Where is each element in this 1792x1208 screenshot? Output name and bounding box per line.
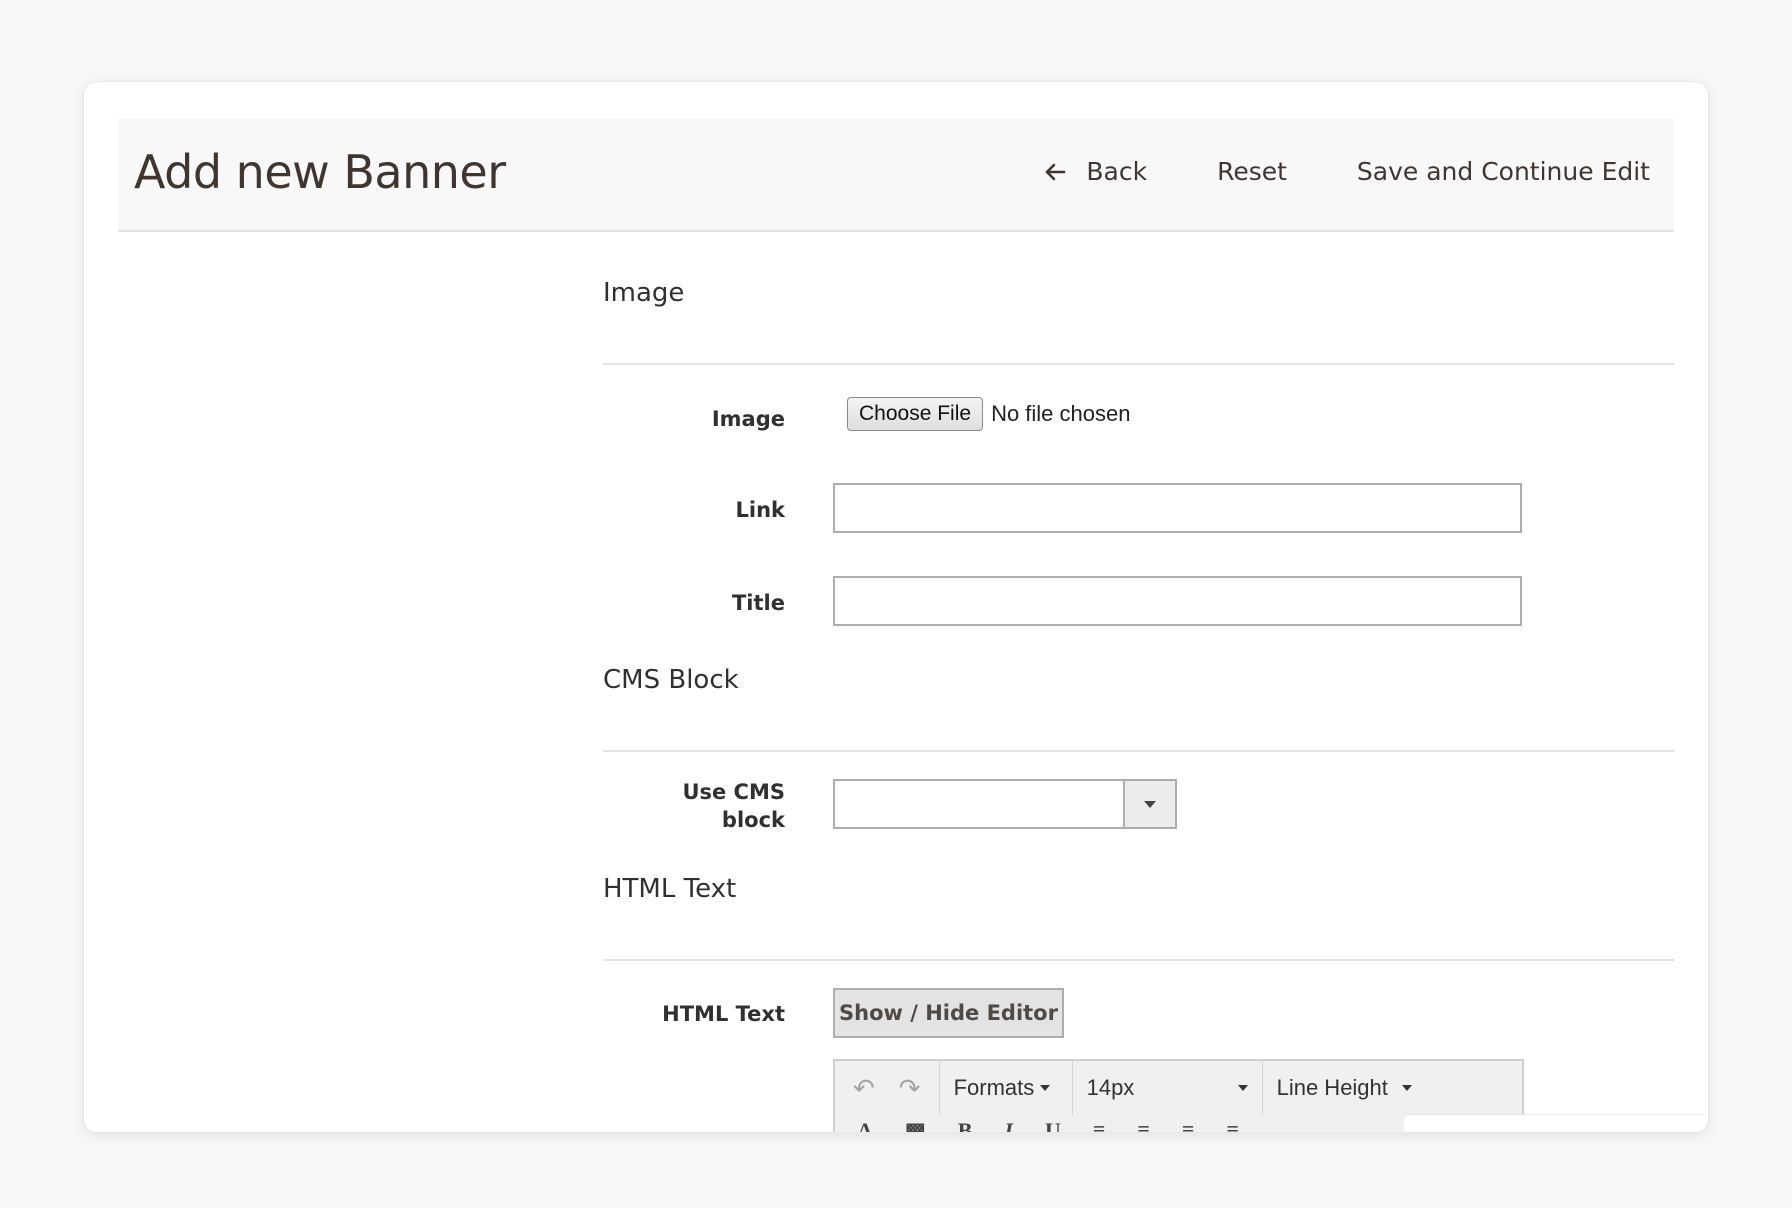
toolbar-row: ↶ ↷ Formats 14px Line Height (835, 1061, 1522, 1115)
section-title-cms-block: CMS Block (603, 665, 739, 695)
background-color-icon[interactable]: ▩ (905, 1118, 926, 1132)
image-file-input: Choose File No file chosen (847, 397, 1130, 431)
title-label: Title (731, 591, 785, 615)
header-actions: Back Reset Save and Continue Edit (1042, 157, 1650, 186)
font-size-value: 14px (1086, 1075, 1135, 1100)
save-continue-button[interactable]: Save and Continue Edit (1357, 157, 1650, 186)
bold-icon[interactable]: B (958, 1118, 973, 1132)
line-height-dropdown[interactable]: Line Height (1263, 1061, 1426, 1115)
link-input[interactable] (833, 483, 1522, 533)
section-divider (603, 363, 1674, 365)
section-divider (603, 750, 1674, 752)
use-cms-block-label: Use CMS block (682, 778, 785, 834)
redo-icon[interactable]: ↷ (899, 1075, 921, 1101)
section-divider (603, 959, 1674, 961)
align-center-icon[interactable]: ≡ (1137, 1118, 1150, 1132)
select-toggle[interactable] (1123, 781, 1175, 827)
overlay-panel (1404, 1114, 1704, 1132)
formats-label: Formats (953, 1075, 1035, 1100)
font-size-dropdown[interactable]: 14px (1073, 1061, 1263, 1115)
show-hide-editor-button[interactable]: Show / Hide Editor (833, 988, 1064, 1038)
title-input[interactable] (833, 576, 1522, 626)
form-card: Add new Banner Back Reset Save and Conti… (83, 81, 1709, 1133)
align-right-icon[interactable]: ≡ (1182, 1118, 1195, 1132)
caret-down-icon (1144, 800, 1156, 808)
history-group: ↶ ↷ (835, 1061, 940, 1115)
italic-icon[interactable]: I (1004, 1118, 1013, 1132)
align-left-icon[interactable]: ≡ (1093, 1118, 1106, 1132)
section-title-html-text: HTML Text (603, 874, 737, 904)
back-button[interactable]: Back (1042, 157, 1147, 186)
page-header: Add new Banner Back Reset Save and Conti… (118, 119, 1674, 232)
reset-button[interactable]: Reset (1217, 157, 1287, 186)
caret-down-icon (1401, 1085, 1412, 1091)
use-cms-block-label-line1: Use CMS (682, 780, 785, 804)
page-title: Add new Banner (134, 145, 506, 199)
formats-dropdown[interactable]: Formats (940, 1061, 1073, 1115)
html-text-label: HTML Text (662, 1002, 785, 1026)
underline-icon[interactable]: U (1045, 1118, 1061, 1132)
file-status: No file chosen (991, 401, 1131, 426)
caret-down-icon (1040, 1085, 1051, 1091)
undo-icon[interactable]: ↶ (853, 1075, 875, 1101)
choose-file-button[interactable]: Choose File (847, 397, 984, 431)
caret-down-icon (1237, 1085, 1248, 1091)
cms-block-select[interactable] (833, 779, 1177, 829)
link-label: Link (735, 498, 786, 522)
numbered-list-icon[interactable]: ≡ (1226, 1118, 1239, 1132)
line-height-label: Line Height (1276, 1075, 1388, 1100)
image-label: Image (711, 407, 785, 431)
text-color-icon[interactable]: A (857, 1118, 873, 1132)
use-cms-block-label-line2: block (721, 808, 785, 832)
section-title-image: Image (603, 278, 685, 308)
back-label: Back (1086, 157, 1148, 186)
arrow-left-icon (1046, 163, 1066, 180)
